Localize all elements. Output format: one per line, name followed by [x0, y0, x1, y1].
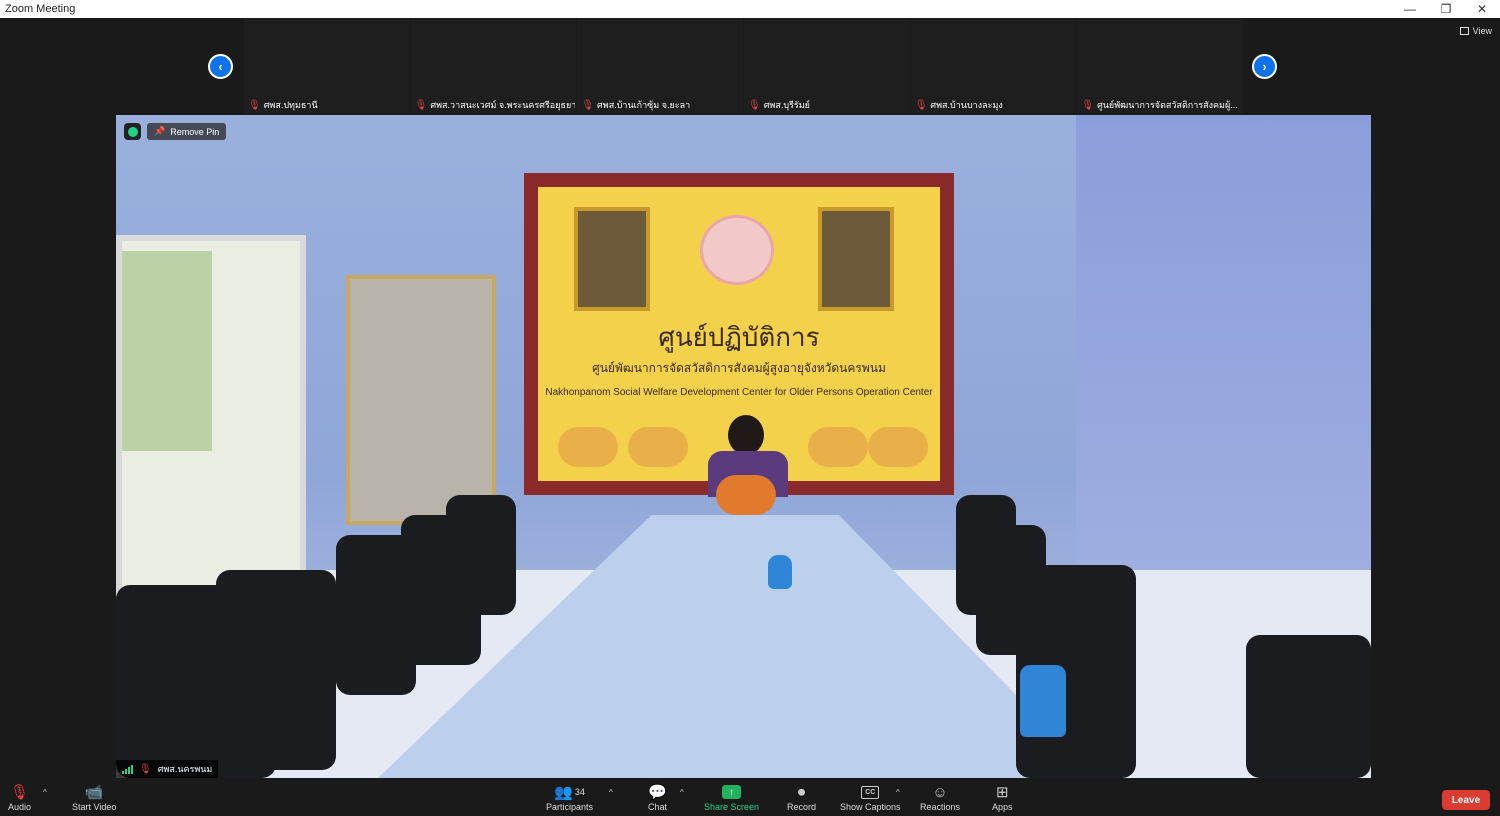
flower-arrangement: [716, 475, 776, 515]
participant-name: ศพส.วาสนะเวศม์ จ.พระนครศรีอยุธยา: [430, 100, 575, 110]
view-label: View: [1472, 26, 1492, 36]
mic-muted-icon: 🎙: [139, 763, 152, 775]
view-button[interactable]: View: [1459, 26, 1492, 36]
participant-thumbnail[interactable]: 🎙 ศพส.ปทุมธานี: [244, 18, 410, 114]
flower-decoration: [868, 427, 928, 467]
pinned-video[interactable]: ศูนย์ปฏิบัติการ ศูนย์พัฒนาการจัดสวัสดิกา…: [116, 115, 1371, 778]
chair: [446, 495, 516, 615]
sanitizer-bottle: [768, 555, 792, 589]
pinned-participant-name: ศพส.นครพนม: [157, 764, 213, 774]
signboard-english: Nakhonpanom Social Welfare Development C…: [545, 387, 933, 398]
participant-thumbnail[interactable]: 🎙 ศูนย์พัฒนาการจัดสวัสดิการสังคมผู้...: [1077, 18, 1244, 114]
meeting-toolbar: 🎙 Audio ^ 📹 Start Video 👥 34 Participants…: [0, 780, 1500, 816]
closed-captions-icon: CC: [861, 785, 880, 799]
start-video-label: Start Video: [72, 802, 117, 812]
chat-button[interactable]: 💬 Chat: [648, 782, 667, 812]
participants-label: Participants: [546, 802, 594, 812]
participant-thumbnail[interactable]: 🎙 ศพส.วาสนะเวศม์ จ.พระนครศรีอยุธยา: [410, 18, 577, 114]
flower-decoration: [558, 427, 618, 467]
mic-muted-icon: 🎙: [248, 99, 261, 111]
record-button[interactable]: ⏺ Record: [787, 782, 817, 813]
chat-options-caret-icon[interactable]: ^: [680, 788, 684, 797]
chair: [1246, 635, 1371, 778]
flower-decoration: [628, 427, 688, 467]
share-screen-label: Share Screen: [704, 802, 760, 812]
doorway: [116, 235, 306, 615]
royal-portrait-left: [574, 207, 650, 311]
participant-name: ศพส.ปทุมธานี: [263, 100, 318, 110]
pin-icon: 📌: [154, 126, 166, 136]
mic-muted-icon: 🎙: [581, 99, 595, 111]
connection-signal-icon: [122, 764, 133, 774]
participants-icon: 👥: [554, 784, 573, 801]
show-captions-label: Show Captions: [840, 802, 901, 812]
participant-thumbnail[interactable]: 🎙 ศพส.บ้านบางละมุง: [910, 18, 1077, 114]
leave-button[interactable]: Leave: [1442, 790, 1490, 810]
title-bar: Zoom Meeting — ❐ ✕: [0, 0, 1500, 18]
sanitizer-bottle: [1020, 665, 1066, 737]
video-badges: 📌 Remove Pin: [124, 123, 227, 140]
reactions-smiley-icon: ☺: [932, 783, 948, 801]
share-screen-button[interactable]: ↑ Share Screen: [704, 782, 759, 812]
remove-pin-label: Remove Pin: [170, 126, 220, 137]
chat-label: Chat: [648, 802, 668, 812]
show-captions-button[interactable]: CC Show Captions: [840, 782, 901, 812]
participants-count: 34: [574, 787, 585, 797]
record-label: Record: [787, 802, 817, 812]
royal-portrait-right: [818, 207, 894, 311]
encryption-shield-icon[interactable]: [124, 123, 141, 140]
apps-icon: ⊞: [995, 784, 1009, 801]
mic-muted-icon: 🎙: [748, 99, 761, 111]
participant-name: ศพส.บ้านบางละมุง: [930, 100, 1003, 110]
audio-label: Audio: [8, 802, 32, 812]
emblem-seal-icon: [700, 215, 774, 285]
meeting-stage: ‹ › 🎙 ศพส.ปทุมธานี 🎙 ศพส.วาสนะเวศม์ จ.พระน…: [0, 18, 1500, 780]
audio-options-caret-icon[interactable]: ^: [43, 788, 47, 797]
flower-decoration: [808, 427, 868, 467]
minimize-button[interactable]: —: [1392, 0, 1428, 18]
display-cabinet: [346, 275, 496, 525]
participant-name: ศูนย์พัฒนาการจัดสวัสดิการสังคมผู้...: [1097, 100, 1238, 110]
window-title: Zoom Meeting: [5, 3, 76, 15]
mic-muted-icon: 🎙: [914, 99, 928, 111]
start-video-button[interactable]: 📹 Start Video: [72, 782, 116, 812]
chair: [216, 570, 336, 770]
pinned-name-tag: 🎙 ศพส.นครพนม: [116, 760, 219, 778]
captions-options-caret-icon[interactable]: ^: [896, 788, 900, 797]
remove-pin-button[interactable]: 📌 Remove Pin: [147, 123, 227, 140]
record-icon: ⏺: [797, 783, 806, 801]
close-button[interactable]: ✕: [1464, 0, 1500, 18]
reactions-label: Reactions: [920, 802, 961, 812]
video-off-icon: 📹: [84, 784, 104, 801]
participants-options-caret-icon[interactable]: ^: [609, 788, 613, 797]
participant-thumbnail[interactable]: 🎙 ศพส.บ้านเก้าซุ้ม จ.ยะลา: [577, 18, 744, 114]
signboard-subtitle: ศูนย์พัฒนาการจัดสวัสดิการสังคมผู้สูงอายุ…: [592, 361, 886, 375]
apps-button[interactable]: ⊞ Apps: [992, 782, 1013, 812]
mic-muted-icon: 🎙: [414, 99, 428, 111]
mic-muted-icon: 🎙: [1081, 99, 1095, 111]
participant-name: ศพส.บุรีรัมย์: [763, 100, 810, 110]
participant-name: ศพส.บ้านเก้าซุ้ม จ.ยะลา: [597, 100, 691, 110]
participant-thumbnail[interactable]: 🎙 ศพส.บุรีรัมย์: [744, 18, 910, 114]
signboard-title: ศูนย์ปฏิบัติการ: [658, 323, 820, 353]
next-page-arrow-icon[interactable]: ›: [1252, 54, 1277, 79]
microphone-muted-icon: 🎙: [9, 784, 30, 801]
restore-button[interactable]: ❐: [1428, 0, 1464, 18]
chat-bubble-icon: 💬: [648, 784, 667, 801]
previous-page-arrow-icon[interactable]: ‹: [208, 54, 233, 79]
audio-button[interactable]: 🎙 Audio: [8, 782, 31, 812]
grid-view-icon: [1459, 27, 1469, 35]
apps-label: Apps: [992, 802, 1013, 812]
participants-button[interactable]: 👥 34 Participants: [546, 782, 593, 812]
participant-thumbnail-strip: 🎙 ศพส.ปทุมธานี 🎙 ศพส.วาสนะเวศม์ จ.พระนครศร…: [244, 18, 1244, 114]
share-screen-icon: ↑: [722, 785, 742, 799]
reactions-button[interactable]: ☺ Reactions: [920, 782, 961, 813]
